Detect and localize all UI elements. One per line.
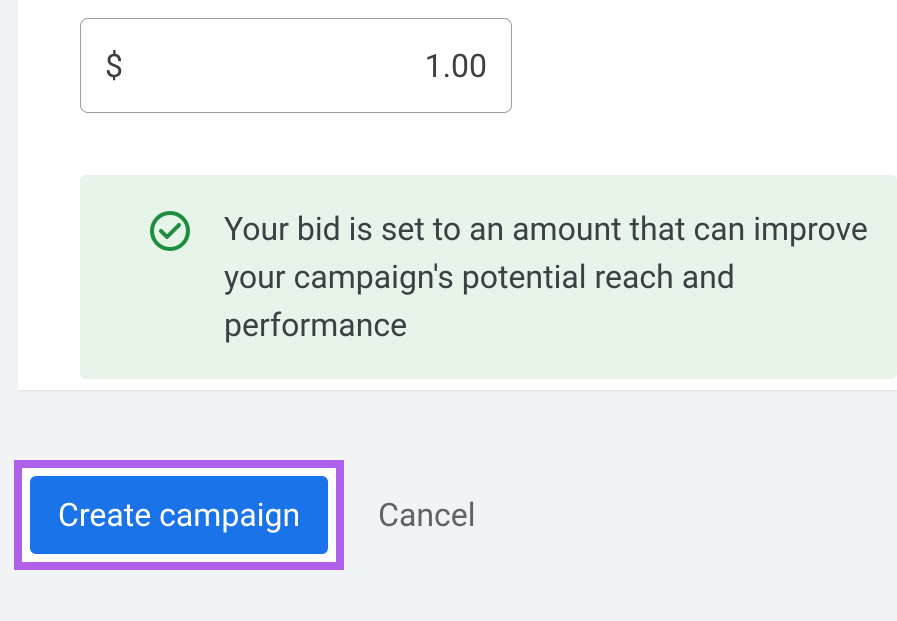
cancel-button[interactable]: Cancel	[378, 496, 475, 534]
form-actions: Create campaign Cancel	[14, 460, 476, 570]
settings-panel: $ Your bid is set to an amount that can …	[18, 0, 897, 390]
bid-amount-input[interactable]	[123, 47, 487, 85]
create-campaign-button[interactable]: Create campaign	[30, 476, 328, 554]
checkmark-circle-icon	[148, 209, 192, 257]
status-message-text: Your bid is set to an amount that can im…	[224, 205, 869, 349]
highlight-annotation: Create campaign	[14, 460, 344, 570]
bid-input-field[interactable]: $	[80, 18, 512, 113]
bid-status-message: Your bid is set to an amount that can im…	[80, 175, 897, 379]
currency-symbol: $	[105, 47, 123, 85]
